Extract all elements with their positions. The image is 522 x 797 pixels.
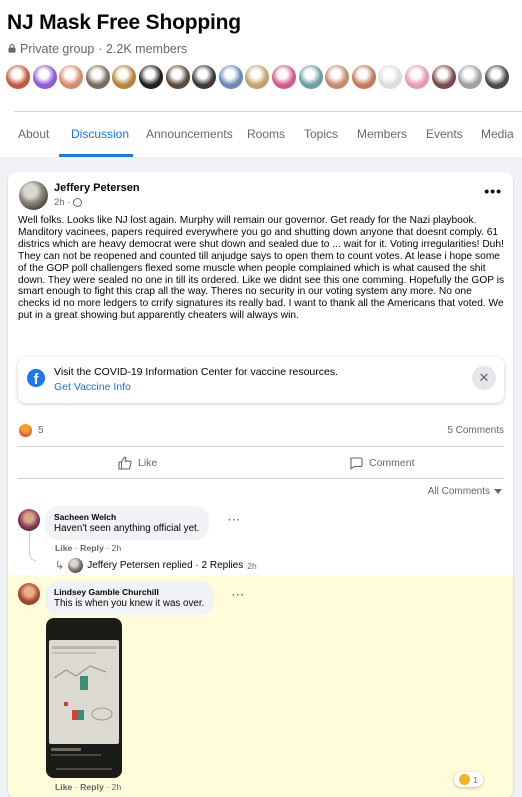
privacy-label: Private group bbox=[20, 42, 95, 56]
like-button[interactable]: Like bbox=[118, 456, 157, 470]
member-avatar[interactable] bbox=[377, 64, 404, 90]
thumbs-up-icon bbox=[118, 456, 132, 470]
member-avatar[interactable] bbox=[403, 64, 430, 90]
group-tabs: About Discussion Announcements Rooms Top… bbox=[0, 112, 522, 157]
member-avatar[interactable] bbox=[31, 64, 58, 90]
vaccine-info-link[interactable]: Get Vaccine Info bbox=[54, 381, 131, 393]
member-avatar[interactable] bbox=[58, 64, 85, 90]
divider bbox=[18, 446, 504, 447]
member-avatar[interactable] bbox=[217, 64, 244, 90]
comment-like-link[interactable]: Like bbox=[55, 543, 72, 553]
comment-bubble: Lindsey Gamble Churchill This is when yo… bbox=[45, 581, 215, 615]
reply-arrow-icon: ↳ bbox=[55, 560, 65, 572]
member-avatar[interactable] bbox=[244, 64, 271, 90]
member-avatar[interactable] bbox=[297, 64, 324, 90]
attached-screenshot-image[interactable] bbox=[46, 618, 122, 778]
tab-announcements[interactable]: Announcements bbox=[146, 127, 233, 141]
caret-down-icon bbox=[494, 489, 502, 494]
author-avatar[interactable] bbox=[19, 181, 48, 210]
comment-actions: Like · Reply · 2h bbox=[55, 543, 122, 553]
wow-reaction-icon bbox=[459, 774, 471, 785]
commenter-avatar[interactable] bbox=[18, 509, 40, 531]
member-avatar[interactable] bbox=[270, 64, 297, 90]
comment-sort-dropdown[interactable]: All Comments bbox=[428, 486, 502, 497]
post-more-button[interactable]: ••• bbox=[484, 184, 502, 198]
member-avatar[interactable] bbox=[457, 64, 484, 90]
tab-rooms[interactable]: Rooms bbox=[247, 127, 285, 141]
post-card: Jeffery Petersen 2h · ••• Well folks. Lo… bbox=[8, 172, 513, 797]
group-meta: Private group · 2.2K members bbox=[8, 42, 187, 56]
member-avatar[interactable] bbox=[483, 64, 510, 90]
commenter-avatar[interactable] bbox=[18, 583, 40, 605]
globe-icon bbox=[73, 198, 83, 207]
screenshot-thumbnail bbox=[49, 640, 119, 770]
commenter-name[interactable]: Lindsey Gamble Churchill bbox=[54, 587, 204, 597]
reaction-summary[interactable]: 5 bbox=[19, 424, 44, 437]
reaction-count: 5 bbox=[38, 425, 44, 436]
comment-more-button[interactable]: ··· bbox=[232, 590, 245, 601]
member-avatar[interactable] bbox=[164, 64, 191, 90]
comment-bubble: Sacheen Welch Haven't seen anything offi… bbox=[45, 506, 210, 540]
replier-avatar bbox=[68, 558, 84, 573]
comment-icon bbox=[350, 457, 363, 470]
post-time[interactable]: 2h · bbox=[54, 197, 70, 208]
member-avatars bbox=[5, 64, 510, 90]
covid-info-banner: f Visit the COVID-19 Information Center … bbox=[18, 357, 504, 403]
member-avatar[interactable] bbox=[5, 64, 31, 90]
comment-reply-link[interactable]: Reply bbox=[80, 782, 104, 792]
member-count[interactable]: · 2.2K members bbox=[98, 42, 187, 56]
covid-info-text: Visit the COVID-19 Information Center fo… bbox=[54, 366, 339, 378]
replied-text: Jeffery Petersen replied · 2 Replies bbox=[87, 560, 244, 571]
post-author[interactable]: Jeffery Petersen bbox=[54, 182, 140, 194]
lock-icon bbox=[8, 43, 16, 53]
group-header: NJ Mask Free Shopping Private group · 2.… bbox=[0, 0, 522, 157]
view-replies-link[interactable]: ↳ Jeffery Petersen replied · 2 Replies 2… bbox=[55, 558, 257, 573]
tab-members[interactable]: Members bbox=[357, 127, 407, 141]
comment-more-button[interactable]: ··· bbox=[228, 515, 241, 526]
comment-time[interactable]: 2h bbox=[112, 543, 122, 553]
comment-time[interactable]: 2h bbox=[112, 782, 122, 792]
comment-like-link[interactable]: Like bbox=[55, 782, 72, 792]
comment-reaction-badge[interactable]: 1 bbox=[454, 772, 483, 787]
post-timestamp: 2h · bbox=[54, 197, 83, 208]
active-tab-indicator bbox=[59, 154, 133, 157]
member-avatar[interactable] bbox=[84, 64, 111, 90]
comment-label: Comment bbox=[369, 457, 415, 469]
comment-reply-link[interactable]: Reply bbox=[80, 543, 104, 553]
facebook-icon: f bbox=[27, 369, 45, 387]
member-avatar[interactable] bbox=[324, 64, 351, 90]
divider bbox=[18, 478, 504, 479]
sort-label: All Comments bbox=[427, 486, 490, 497]
tab-discussion[interactable]: Discussion bbox=[71, 127, 129, 141]
close-icon[interactable]: ✕ bbox=[472, 366, 496, 390]
commenter-name[interactable]: Sacheen Welch bbox=[54, 512, 199, 522]
member-avatar[interactable] bbox=[350, 64, 377, 90]
tab-events[interactable]: Events bbox=[426, 127, 463, 141]
comments-count[interactable]: 5 Comments bbox=[447, 425, 504, 436]
comment-reaction-count: 1 bbox=[473, 774, 478, 785]
replied-time: 2h bbox=[247, 560, 257, 571]
tab-about[interactable]: About bbox=[18, 127, 49, 141]
member-avatar[interactable] bbox=[430, 64, 457, 90]
angry-reaction-icon bbox=[19, 424, 32, 437]
reply-thread-line bbox=[29, 531, 36, 561]
tab-media[interactable]: Media bbox=[481, 127, 514, 141]
member-avatar[interactable] bbox=[137, 64, 164, 90]
comment-button[interactable]: Comment bbox=[349, 456, 415, 470]
comment-text: Haven't seen anything official yet. bbox=[54, 523, 200, 534]
tab-topics[interactable]: Topics bbox=[304, 127, 338, 141]
member-avatar[interactable] bbox=[111, 64, 138, 90]
member-avatar[interactable] bbox=[191, 64, 218, 90]
post-body: Well folks. Looks like NJ lost again. Mu… bbox=[18, 215, 505, 322]
group-title[interactable]: NJ Mask Free Shopping bbox=[7, 11, 241, 35]
comment-actions: Like · Reply · 2h bbox=[55, 782, 122, 792]
like-label: Like bbox=[138, 457, 158, 469]
comment-text: This is when you knew it was over. bbox=[54, 598, 205, 609]
